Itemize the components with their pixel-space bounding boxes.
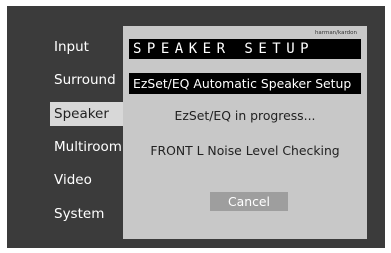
menu-item-label: Surround <box>54 72 116 88</box>
brand-logo: harman/kardon <box>314 30 357 36</box>
dialog-title: SPEAKER SETUP <box>129 39 361 59</box>
menu-item-label: System <box>54 206 105 222</box>
menu-item-label: Video <box>54 172 92 188</box>
cancel-button[interactable]: Cancel <box>210 192 288 211</box>
menu-item-label: Input <box>54 39 89 55</box>
menu-item-label: Speaker <box>54 106 109 122</box>
progress-status: EzSet/EQ in progress... <box>174 108 316 123</box>
menu-item-label: Multiroom <box>54 139 122 155</box>
dialog-subtitle: EzSet/EQ Automatic Speaker Setup <box>129 73 361 94</box>
speaker-setup-dialog: harman/kardon SPEAKER SETUP EzSet/EQ Aut… <box>123 26 367 239</box>
check-status: FRONT L Noise Level Checking <box>150 143 340 158</box>
osd-screen: Input Surround Speaker Multiroom Video S… <box>7 6 385 248</box>
